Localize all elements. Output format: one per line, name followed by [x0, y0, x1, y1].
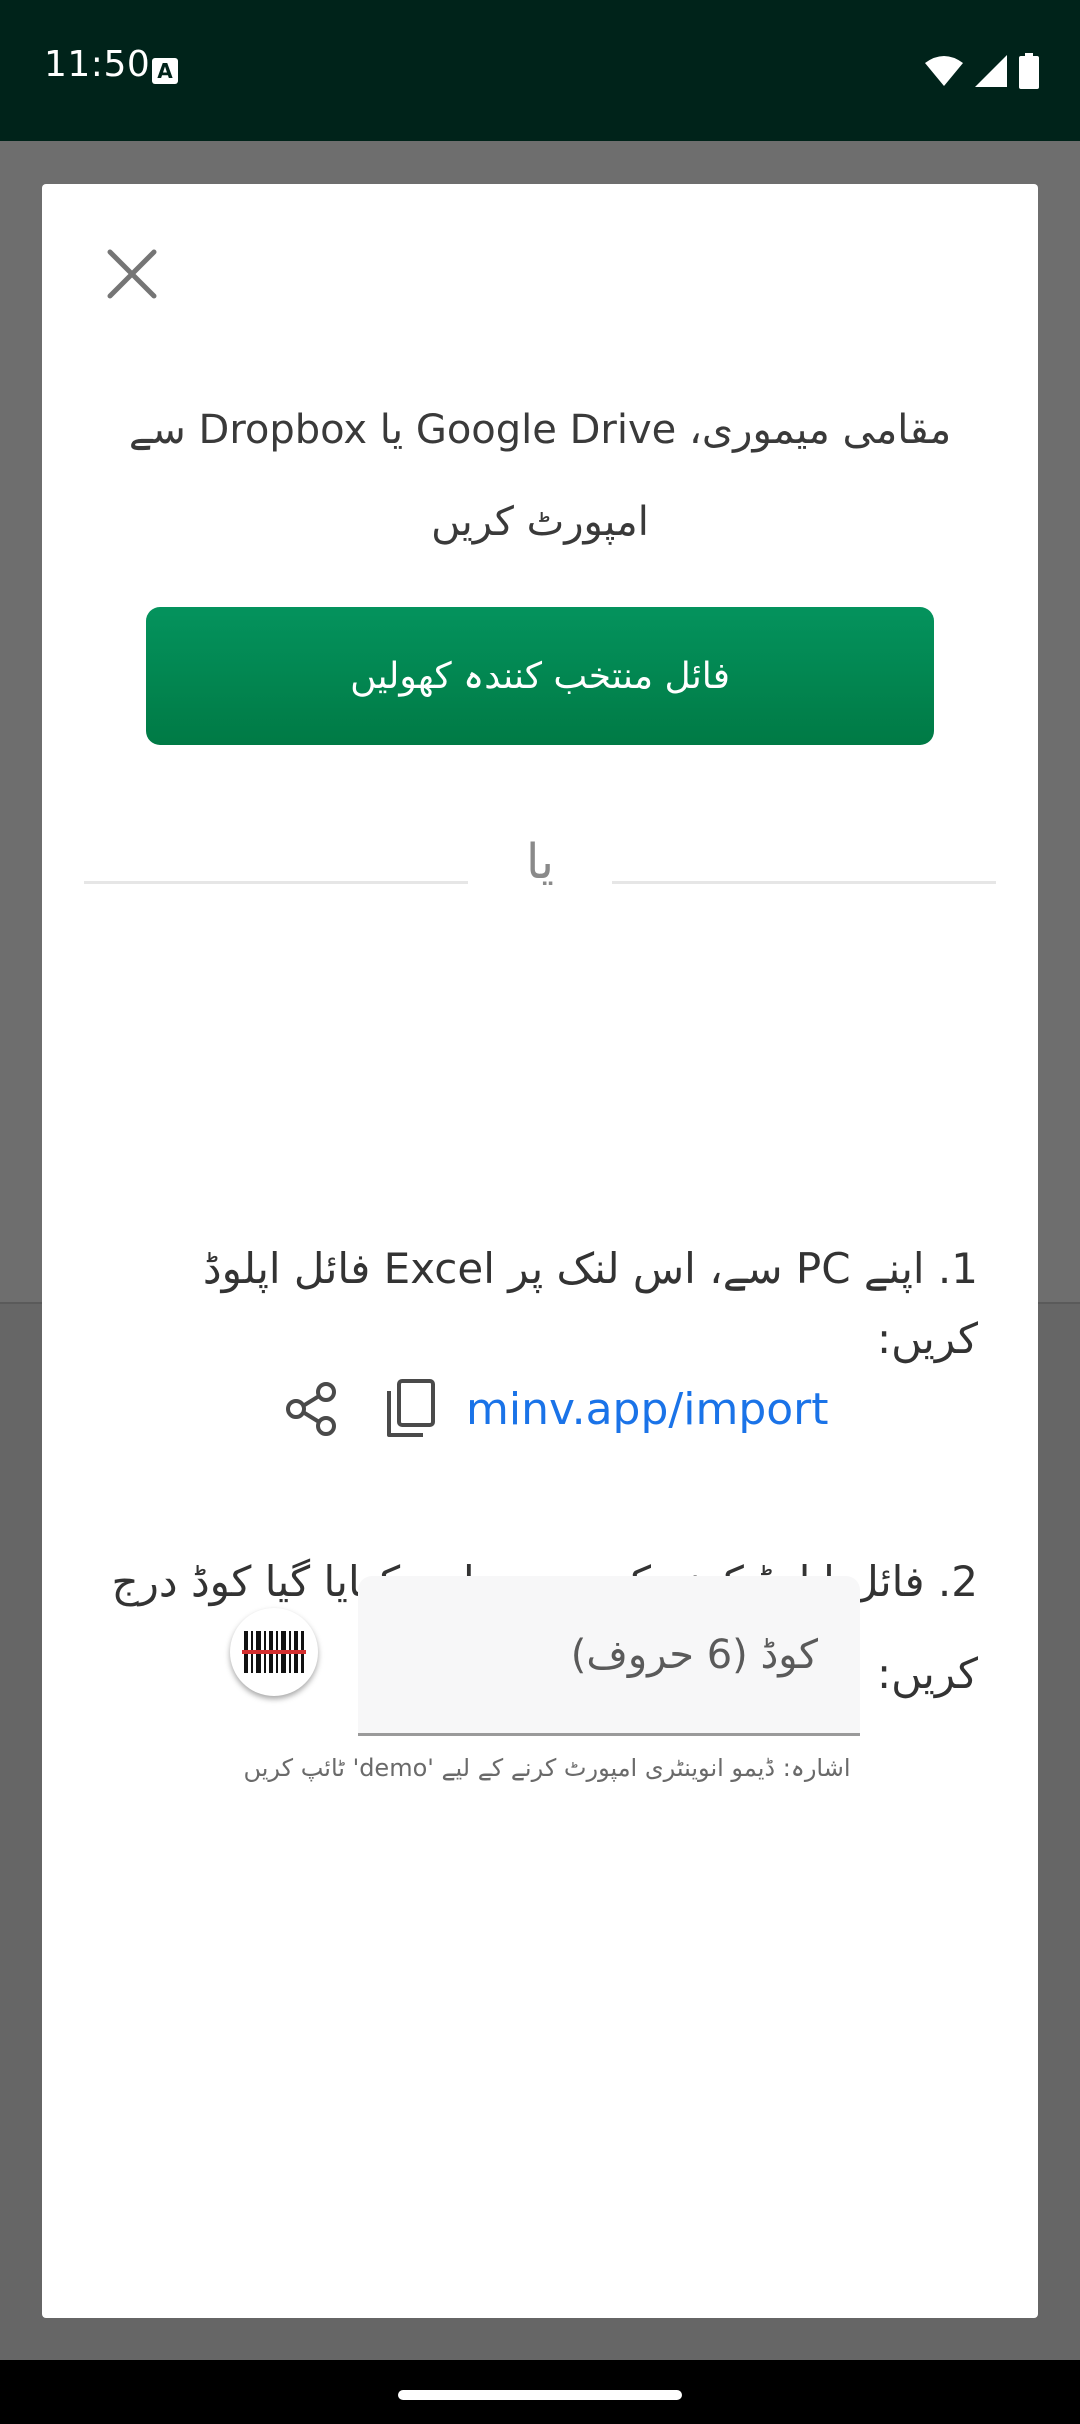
import-link[interactable]: minv.app/import — [466, 1384, 829, 1435]
barcode-scan-icon — [242, 1631, 306, 1673]
code-input[interactable] — [358, 1576, 860, 1733]
step-one-instruction: 1. اپنے PC سے، اس لنک پر Excel فائل اپلو… — [202, 1244, 978, 1363]
import-title: مقامی میموری، Google Drive یا Dropbox سے… — [128, 407, 952, 545]
signal-icon — [975, 55, 1007, 87]
navigation-bar — [0, 2360, 1080, 2424]
status-time: 11:50 — [44, 44, 151, 85]
open-file-picker-button[interactable]: فائل منتخب کنندہ کھولیں — [146, 607, 934, 745]
share-icon — [286, 1382, 336, 1436]
barcode-scan-button[interactable] — [230, 1608, 318, 1696]
status-icons — [924, 52, 1040, 90]
import-dialog: مقامی میموری، Google Drive یا Dropbox سے… — [42, 184, 1038, 2318]
a-letter-icon: A — [152, 58, 178, 84]
close-icon — [107, 249, 157, 299]
demo-hint-text: اشارہ: ڈیمو انوینٹری امپورٹ کرنے کے لیے … — [243, 1754, 851, 1782]
home-indicator[interactable] — [398, 2390, 682, 2400]
import-link-row: minv.app/import — [274, 1369, 829, 1449]
divider-right — [612, 881, 996, 884]
share-button[interactable] — [274, 1372, 348, 1446]
divider-or-text: یا — [526, 834, 554, 890]
status-bar: 11:50 A — [0, 0, 1080, 141]
code-field — [358, 1576, 860, 1736]
copy-icon — [387, 1379, 435, 1437]
wifi-icon — [925, 56, 963, 86]
close-button[interactable] — [92, 234, 172, 314]
battery-icon — [1019, 53, 1039, 89]
divider-left — [84, 881, 468, 884]
copy-link-button[interactable] — [374, 1372, 448, 1446]
